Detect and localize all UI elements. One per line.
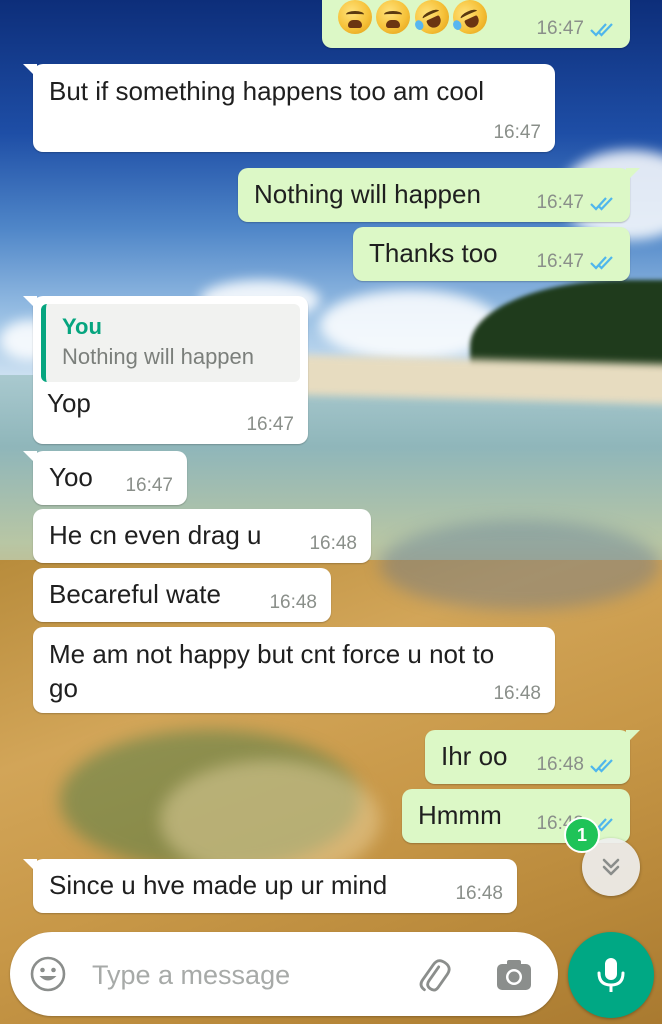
paperclip-icon xyxy=(419,959,451,992)
double-chevron-down-icon xyxy=(602,858,620,876)
message-bubble-incoming-reply[interactable]: You Nothing will happen Yop 16:47 xyxy=(23,296,308,444)
message-time: 16:48 xyxy=(536,754,584,775)
message-meta: 16:47 xyxy=(246,414,294,436)
message-meta: 16:47 xyxy=(125,475,173,497)
message-time: 16:48 xyxy=(309,533,357,554)
message-text: He cn even drag u xyxy=(49,520,262,550)
message-time: 16:47 xyxy=(536,251,584,272)
message-bubble-incoming[interactable]: Yoo 16:47 xyxy=(23,451,187,505)
message-time: 16:48 xyxy=(493,683,541,704)
message-time: 16:48 xyxy=(269,592,317,613)
message-input[interactable] xyxy=(90,952,394,998)
message-meta: 16:48 xyxy=(309,533,357,555)
message-time: 16:47 xyxy=(493,122,541,143)
double-check-read-icon xyxy=(590,23,613,37)
double-check-read-icon xyxy=(590,256,613,270)
message-bubble-outgoing[interactable]: Nothing will happen 16:47 xyxy=(238,168,640,222)
message-bubble-incoming[interactable]: Since u hve made up ur mind 16:48 xyxy=(23,859,517,913)
emoji-button[interactable] xyxy=(26,952,70,996)
voice-message-button[interactable] xyxy=(568,932,654,1018)
message-meta: 16:48 xyxy=(455,883,503,905)
message-meta: 16:47 xyxy=(493,122,541,144)
quoted-message-author: You xyxy=(62,314,102,339)
message-time: 16:47 xyxy=(246,414,294,435)
message-text: Hmmm xyxy=(418,800,502,830)
message-meta: 16:47 xyxy=(536,18,616,40)
message-meta: 16:47 xyxy=(536,192,616,214)
message-time: 16:47 xyxy=(536,192,584,213)
message-text: Thanks too xyxy=(369,238,498,268)
weary-face-icon xyxy=(376,0,411,34)
message-bubble-outgoing[interactable]: 16:47 xyxy=(322,0,630,48)
message-bubble-incoming[interactable]: He cn even drag u 16:48 xyxy=(33,509,371,563)
attach-button[interactable] xyxy=(410,952,456,998)
message-bubble-incoming[interactable]: Me am not happy but cnt force u not to g… xyxy=(33,627,555,713)
message-composer xyxy=(10,932,558,1016)
message-bubble-incoming[interactable]: But if something happens too am cool 16:… xyxy=(23,64,555,152)
message-bubble-incoming[interactable]: Becareful wate 16:48 xyxy=(33,568,331,622)
message-text: Ihr oo xyxy=(441,741,508,771)
message-meta: 16:48 xyxy=(493,683,541,705)
message-text: But if something happens too am cool xyxy=(49,76,485,106)
unread-count-badge: 1 xyxy=(564,817,600,853)
camera-button[interactable] xyxy=(492,954,536,998)
message-text: Becareful wate xyxy=(49,579,221,609)
message-bubble-outgoing[interactable]: Ihr oo 16:48 xyxy=(425,730,640,784)
message-time: 16:47 xyxy=(536,18,584,39)
weary-face-icon xyxy=(338,0,372,34)
message-text: Me am not happy but cnt force u not to g… xyxy=(49,639,495,703)
quoted-message[interactable]: You Nothing will happen xyxy=(41,304,300,382)
message-meta: 16:48 xyxy=(536,754,616,776)
message-meta: 16:48 xyxy=(269,592,317,614)
double-check-read-icon xyxy=(590,197,613,211)
rolling-on-floor-laughing-icon xyxy=(447,0,493,40)
emoji-icon xyxy=(30,956,66,992)
mic-icon xyxy=(597,958,625,992)
message-text: Nothing will happen xyxy=(254,179,481,209)
message-time: 16:48 xyxy=(455,883,503,904)
message-text: Yoo xyxy=(49,462,93,492)
double-check-read-icon xyxy=(590,759,613,773)
message-time: 16:47 xyxy=(125,475,173,496)
quoted-message-text: Nothing will happen xyxy=(62,344,255,369)
message-bubble-outgoing[interactable]: Thanks too 16:47 xyxy=(353,227,630,281)
message-meta: 16:47 xyxy=(536,251,616,273)
rolling-on-floor-laughing-icon xyxy=(409,0,455,40)
camera-icon xyxy=(497,960,531,990)
message-text: Since u hve made up ur mind xyxy=(49,870,388,900)
